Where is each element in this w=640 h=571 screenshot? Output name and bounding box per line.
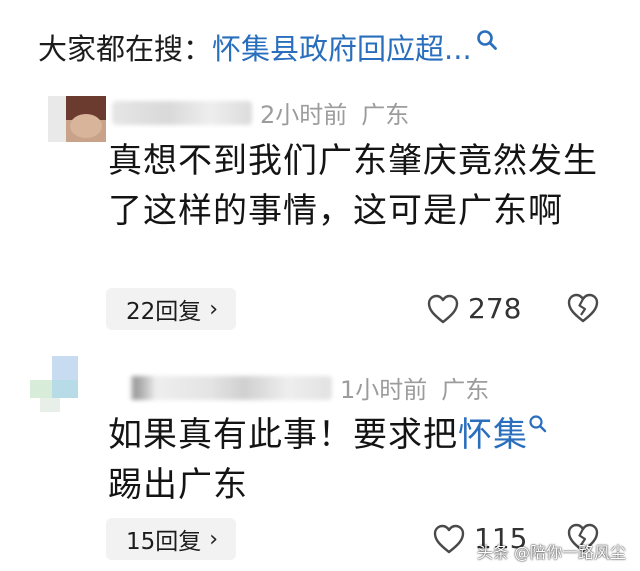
watermark: 头条 @陪你一路风尘 [476, 543, 626, 562]
chevron-right-icon: › [209, 526, 219, 552]
broken-heart-icon[interactable] [566, 292, 600, 324]
topic-link[interactable]: 怀集 [458, 415, 528, 455]
comment-text-part: 踢出广东 [108, 465, 248, 505]
comment-location: 广东 [361, 101, 410, 129]
comment-meta: 2小时前 广东 [112, 95, 409, 130]
search-suggestion[interactable]: 大家都在搜： 怀集县政府回应超... [38, 26, 498, 68]
chevron-right-icon: › [209, 296, 219, 322]
comment-time: 2小时前 [260, 101, 348, 129]
comment-location: 广东 [441, 376, 490, 404]
comment-meta: 1小时前 广东 [112, 370, 489, 405]
heart-icon [433, 524, 465, 553]
username-blurred[interactable] [112, 375, 332, 400]
reply-button[interactable]: 15回复 › [106, 518, 237, 560]
comment-text: 真想不到我们广东肇庆竟然发生了这样的事情，这可是广东啊 [108, 141, 598, 231]
comment-text-part: 如果真有此事！要求把 [108, 415, 458, 455]
search-prefix-label: 大家都在搜： [38, 32, 213, 66]
like-button[interactable]: 278 [426, 292, 521, 325]
search-icon[interactable] [476, 29, 498, 51]
search-icon[interactable] [528, 414, 548, 434]
reply-button[interactable]: 22回复 › [106, 288, 237, 330]
like-count: 278 [468, 292, 522, 325]
avatar[interactable] [30, 356, 78, 412]
reply-count: 22回复 [126, 299, 202, 325]
reply-count: 15回复 [126, 529, 202, 555]
heart-icon [427, 294, 459, 323]
search-query-link[interactable]: 怀集县政府回应超... [212, 26, 472, 68]
username-blurred[interactable] [112, 100, 252, 125]
comment-time: 1小时前 [340, 376, 428, 404]
comment-text: 如果真有此事！要求把怀集踢出广东 [108, 410, 608, 510]
avatar[interactable] [48, 96, 106, 142]
